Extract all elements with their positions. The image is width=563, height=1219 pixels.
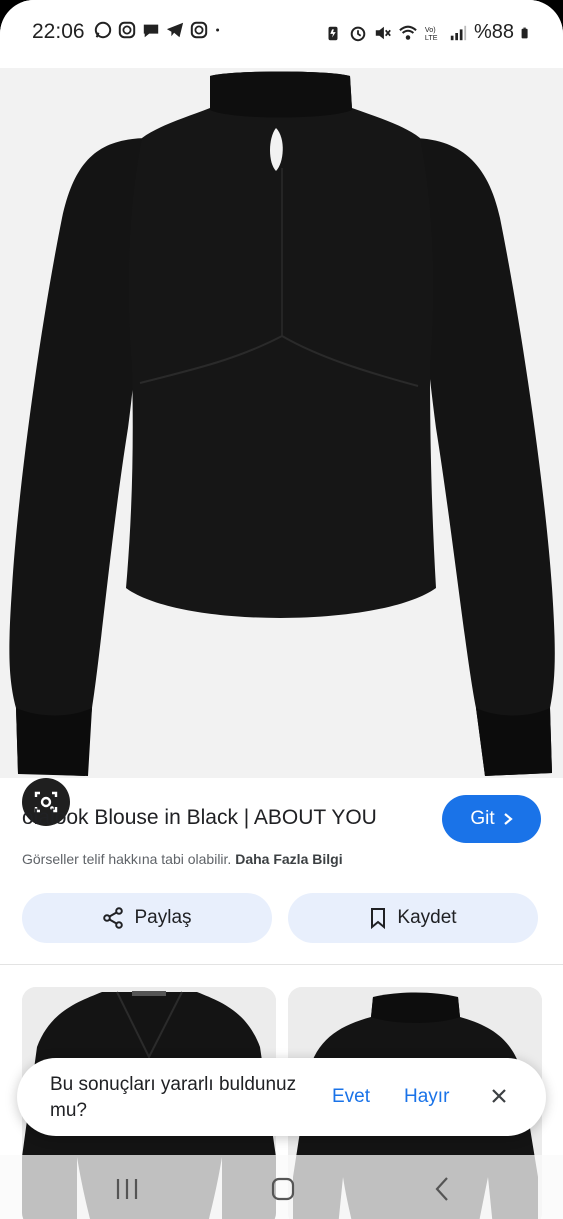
result-title[interactable]: olalook Blouse in Black | ABOUT YOU <box>22 806 377 830</box>
more-info-link[interactable]: Daha Fazla Bilgi <box>235 851 342 867</box>
close-icon[interactable] <box>487 1084 511 1108</box>
notification-icons <box>94 21 226 39</box>
screen: 22:06 Vo) LTE %88 olalook Blouse in Blac… <box>0 0 563 1219</box>
save-button[interactable]: Kaydet <box>288 893 538 943</box>
status-bar: 22:06 Vo) LTE %88 <box>0 0 563 68</box>
recent-apps-icon[interactable] <box>112 1175 142 1203</box>
feedback-no-button[interactable]: Hayır <box>404 1086 449 1108</box>
visit-button[interactable]: Git <box>442 795 541 843</box>
feedback-prompt: Bu sonuçları yararlı buldunuz mu? Evet H… <box>17 1058 546 1136</box>
visit-label: Git <box>470 808 495 829</box>
feedback-yes-button[interactable]: Evet <box>332 1086 370 1108</box>
divider <box>0 964 563 965</box>
navigation-bar <box>0 1155 563 1219</box>
product-image[interactable] <box>0 68 563 826</box>
whatsapp-icon <box>94 21 112 39</box>
battery-percent: %88 <box>473 21 514 43</box>
status-time: 22:06 <box>32 20 85 43</box>
share-button[interactable]: Paylaş <box>22 893 272 943</box>
svg-text:LTE: LTE <box>425 33 438 42</box>
chevron-right-icon <box>503 813 513 825</box>
instagram-icon <box>190 21 208 39</box>
copyright-text: Görseller telif hakkına tabi olabilir. <box>22 851 232 867</box>
battery-icon <box>521 27 528 38</box>
copyright-notice: Görseller telif hakkına tabi olabilir. D… <box>22 851 343 867</box>
feedback-question: Bu sonuçları yararlı buldunuz mu? <box>50 1074 297 1121</box>
telegram-icon <box>166 22 184 38</box>
signal-icon <box>450 25 467 40</box>
alarm-icon <box>350 26 366 41</box>
share-icon <box>103 907 124 929</box>
battery-saver-icon <box>328 26 338 40</box>
home-icon[interactable] <box>268 1175 298 1203</box>
back-icon[interactable] <box>428 1175 458 1203</box>
blouse-illustration <box>0 68 563 778</box>
mute-icon <box>375 26 391 39</box>
messages-icon <box>143 24 159 38</box>
volte-icon: Vo)LTE <box>425 25 438 42</box>
wifi-icon <box>399 25 417 40</box>
save-label: Kaydet <box>397 907 457 928</box>
system-icons: Vo) LTE %88 <box>324 21 533 44</box>
instagram-icon <box>118 21 136 39</box>
dot-icon <box>216 28 220 32</box>
share-label: Paylaş <box>134 907 192 928</box>
bookmark-icon <box>371 908 386 929</box>
